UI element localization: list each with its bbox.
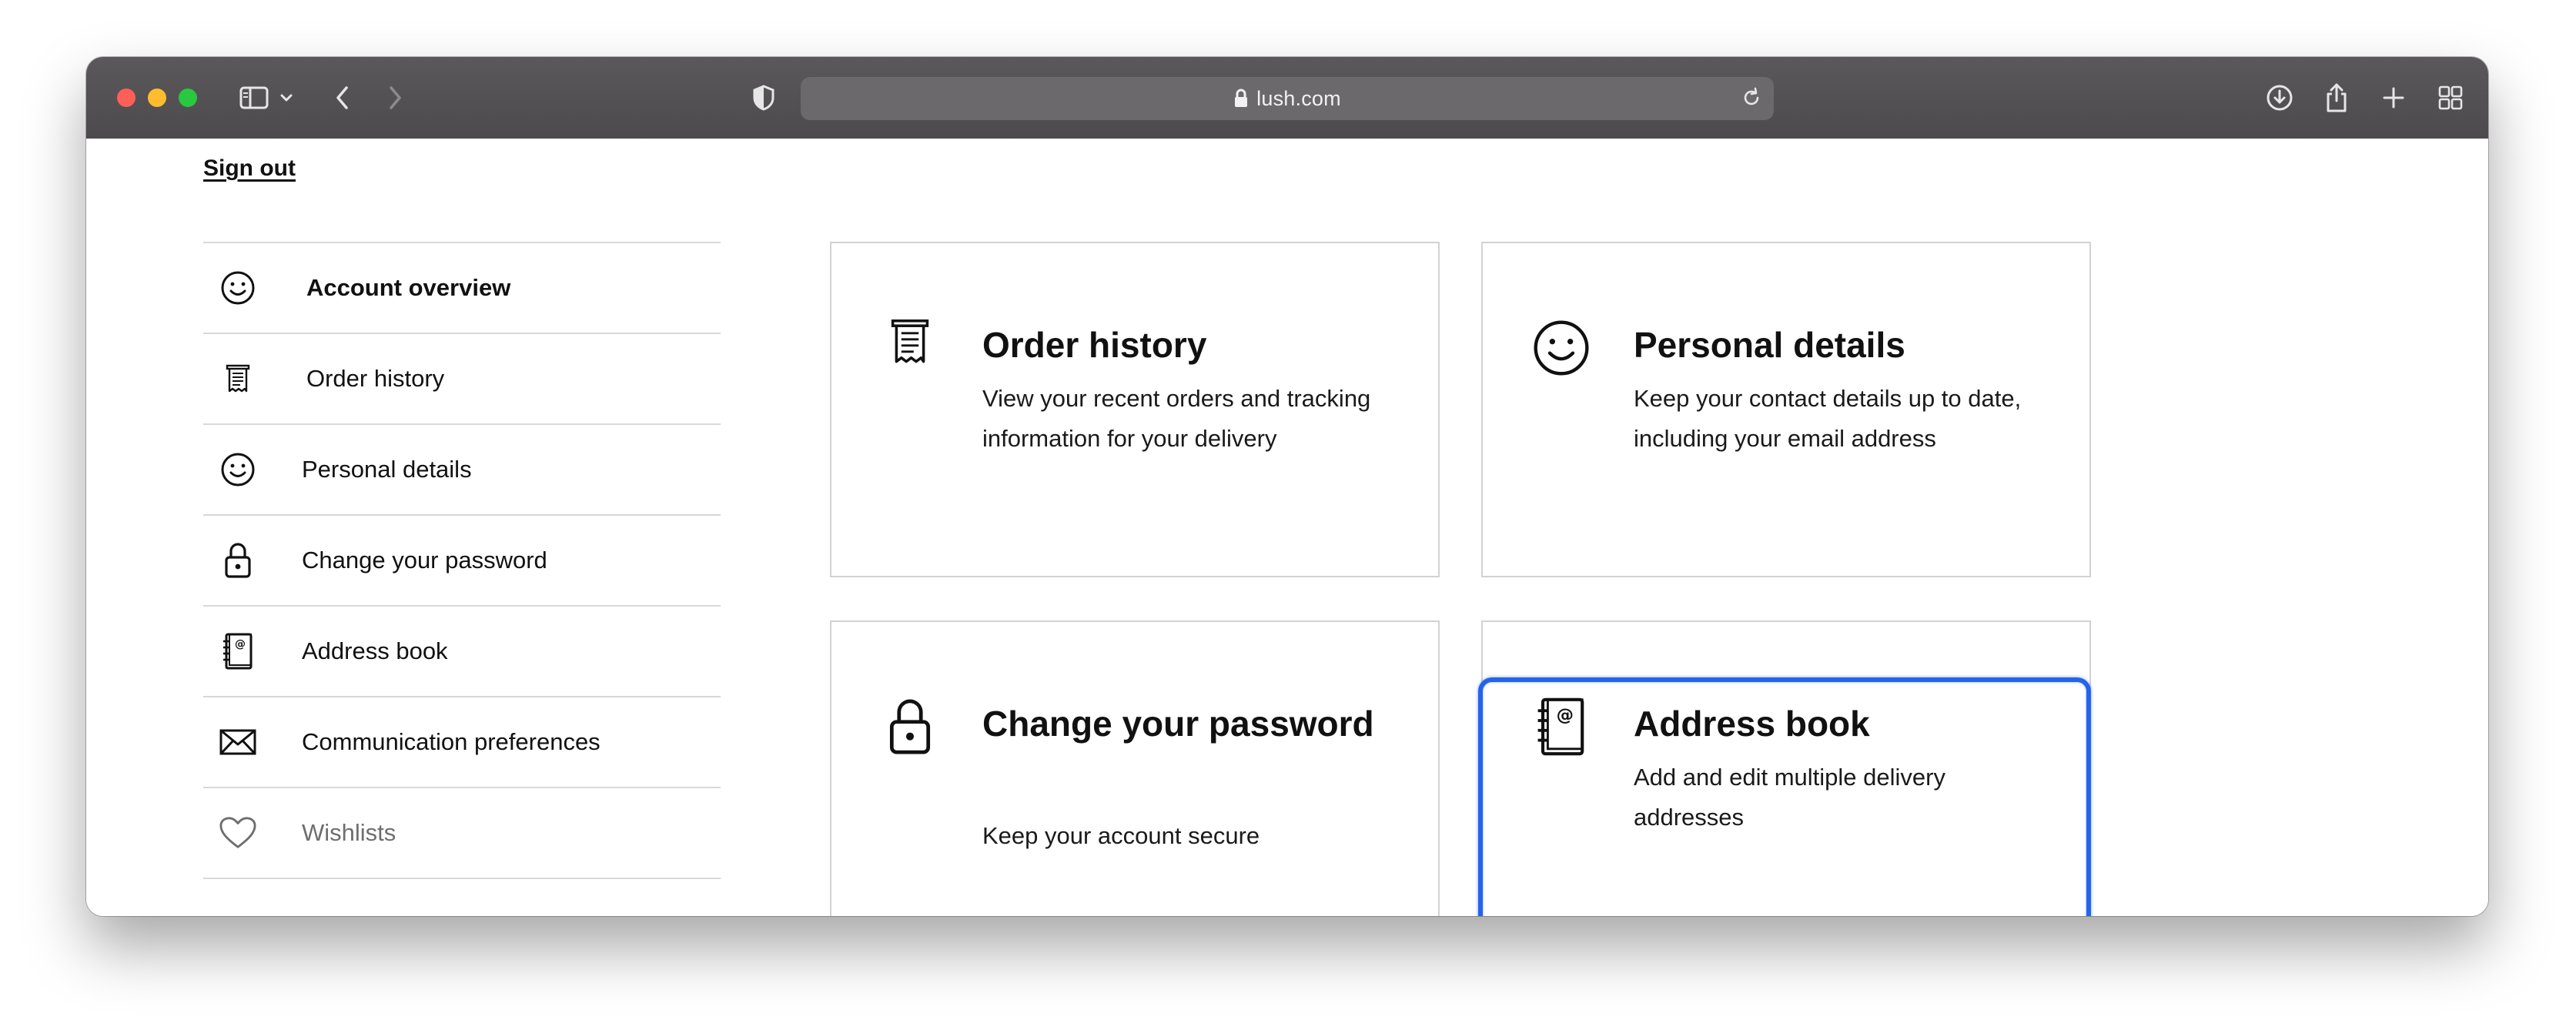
lock-icon <box>878 696 942 761</box>
sidebar-item-communication-preferences[interactable]: Communication preferences <box>203 697 721 788</box>
personal-details-card[interactable]: Personal details Keep your contact detai… <box>1481 242 2091 577</box>
card-description: View your recent orders and tracking inf… <box>982 385 1371 452</box>
card-title: Order history <box>982 325 1207 365</box>
card-description: Keep your contact details up to date, in… <box>1634 385 2022 452</box>
sidebar-item-label: Change your password <box>302 547 547 574</box>
smiley-icon <box>219 450 257 489</box>
sidebar-item-label: Personal details <box>302 456 472 483</box>
receipt-icon <box>219 359 257 398</box>
download-icon[interactable] <box>2263 79 2296 117</box>
sidebar-icon[interactable] <box>237 79 271 117</box>
reload-icon[interactable] <box>1740 86 1763 113</box>
sidebar-item-label: Communication preferences <box>302 728 601 755</box>
order-history-card[interactable]: Order history View your recent orders an… <box>830 242 1440 577</box>
smiley-icon <box>219 269 257 307</box>
card-description: Keep your account secure <box>982 822 1260 849</box>
smiley-icon <box>1529 317 1594 382</box>
sidebar-item-account-overview[interactable]: Account overview <box>203 243 721 334</box>
sidebar-item-label: Account overview <box>306 274 511 301</box>
minimize-window-button[interactable] <box>148 89 166 107</box>
chevron-down-icon[interactable] <box>279 79 294 117</box>
browser-toolbar: lush.com <box>86 57 2488 139</box>
address-book-card[interactable]: @ Address book Add and edit multiple del… <box>1481 620 2091 916</box>
card-description: Add and edit multiple delivery addresses <box>1634 764 1945 831</box>
share-icon[interactable] <box>2320 79 2353 117</box>
page-content: Sign out Account overview Order history … <box>86 139 2488 916</box>
envelope-icon <box>219 723 257 761</box>
sidebar-item-order-history[interactable]: Order history <box>203 334 721 425</box>
shield-icon[interactable] <box>750 79 778 117</box>
heart-icon <box>219 814 257 852</box>
address-book-icon: @ <box>219 632 257 671</box>
receipt-icon <box>878 317 942 382</box>
card-title: Address book <box>1634 704 1870 744</box>
sidebar-item-label: Order history <box>306 365 445 392</box>
svg-text:@: @ <box>1557 705 1574 725</box>
sidebar-item-label: Address book <box>302 637 448 664</box>
sidebar-item-wishlists[interactable]: Wishlists <box>203 788 721 879</box>
change-password-card[interactable]: Change your password Keep your account s… <box>830 620 1440 916</box>
account-sidebar: Account overview Order history Personal … <box>203 242 721 879</box>
address-book-icon: @ <box>1529 696 1594 761</box>
zoom-window-button[interactable] <box>179 89 197 107</box>
chevron-left-icon[interactable] <box>331 79 354 117</box>
lock-icon <box>219 541 257 580</box>
sidebar-item-personal-details[interactable]: Personal details <box>203 425 721 516</box>
chevron-right-icon[interactable] <box>383 79 406 117</box>
close-window-button[interactable] <box>117 89 135 107</box>
url-text: lush.com <box>1256 86 1341 110</box>
lock-icon <box>1233 89 1249 109</box>
plus-icon[interactable] <box>2377 79 2410 117</box>
sign-out-link[interactable]: Sign out <box>203 156 296 182</box>
tab-grid-icon[interactable] <box>2434 79 2467 117</box>
card-title: Personal details <box>1634 325 1905 365</box>
address-bar[interactable]: lush.com <box>801 77 1774 120</box>
card-title: Change your password <box>982 704 1374 744</box>
browser-window: lush.com Sign out Account overview Order… <box>86 57 2488 916</box>
sidebar-item-address-book[interactable]: @ Address book <box>203 607 721 697</box>
sidebar-item-change-password[interactable]: Change your password <box>203 516 721 607</box>
sidebar-item-label: Wishlists <box>302 819 396 846</box>
svg-text:@: @ <box>235 638 246 650</box>
